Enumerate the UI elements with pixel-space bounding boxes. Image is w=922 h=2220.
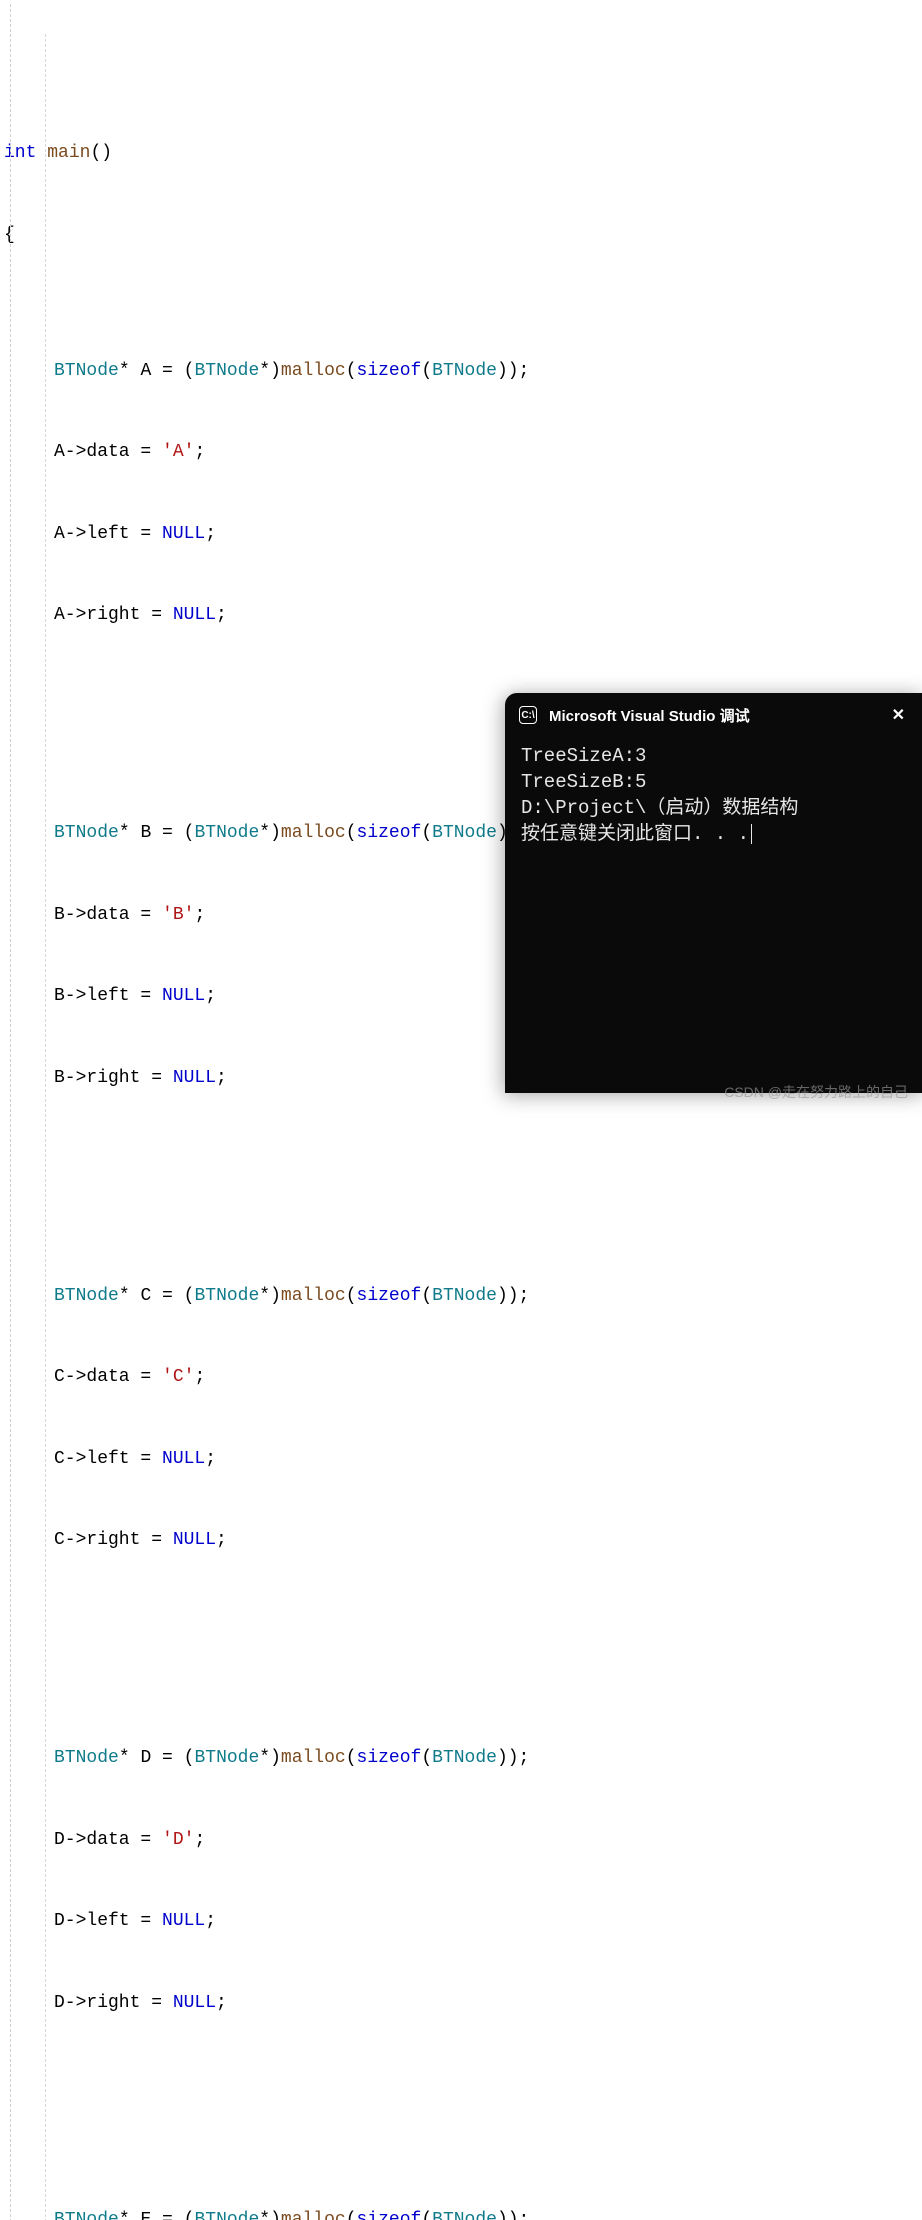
code-line: BTNode* A = (BTNode*)malloc(sizeof(BTNod… [4, 358, 922, 385]
console-title-text: Microsoft Visual Studio 调试 [549, 705, 750, 726]
debug-console-window[interactable]: C:\ Microsoft Visual Studio 调试 ✕ TreeSiz… [505, 693, 922, 1093]
code-line: BTNode* C = (BTNode*)malloc(sizeof(BTNod… [4, 1283, 922, 1310]
console-line: TreeSizeB:5 [521, 769, 909, 795]
code-line: D->left = NULL; [4, 1908, 922, 1935]
code-line: D->data = 'D'; [4, 1827, 922, 1854]
code-line: BTNode* D = (BTNode*)malloc(sizeof(BTNod… [4, 1745, 922, 1772]
indent-guide [45, 34, 46, 2220]
code-line: int main() [4, 140, 922, 167]
watermark-text: CSDN @走在努力路上的自己 [724, 1082, 908, 1102]
code-line: A->left = NULL; [4, 521, 922, 548]
blank-line [4, 2071, 922, 2098]
code-line: C->data = 'C'; [4, 1364, 922, 1391]
console-line: TreeSizeA:3 [521, 743, 909, 769]
console-line: D:\Project\（启动）数据结构 [521, 795, 909, 821]
console-line: 按任意键关闭此窗口. . . [521, 821, 909, 847]
console-output[interactable]: TreeSizeA:3 TreeSizeB:5 D:\Project\（启动）数… [505, 737, 922, 853]
console-titlebar[interactable]: C:\ Microsoft Visual Studio 调试 ✕ [505, 693, 922, 737]
terminal-icon: C:\ [519, 706, 537, 724]
code-line: A->right = NULL; [4, 602, 922, 629]
code-line: C->right = NULL; [4, 1527, 922, 1554]
close-icon[interactable]: ✕ [886, 703, 911, 727]
code-line: D->right = NULL; [4, 1990, 922, 2017]
code-line: C->left = NULL; [4, 1446, 922, 1473]
console-cursor [751, 824, 752, 844]
code-editor[interactable]: int main() { BTNode* A = (BTNode*)malloc… [0, 0, 922, 2220]
fold-guide [10, 4, 11, 2220]
blank-line [4, 1147, 922, 1174]
code-line: A->data = 'A'; [4, 439, 922, 466]
code-line: BTNode* E = (BTNode*)malloc(sizeof(BTNod… [4, 2207, 922, 2220]
code-line: { [4, 222, 922, 249]
blank-line [4, 1609, 922, 1636]
